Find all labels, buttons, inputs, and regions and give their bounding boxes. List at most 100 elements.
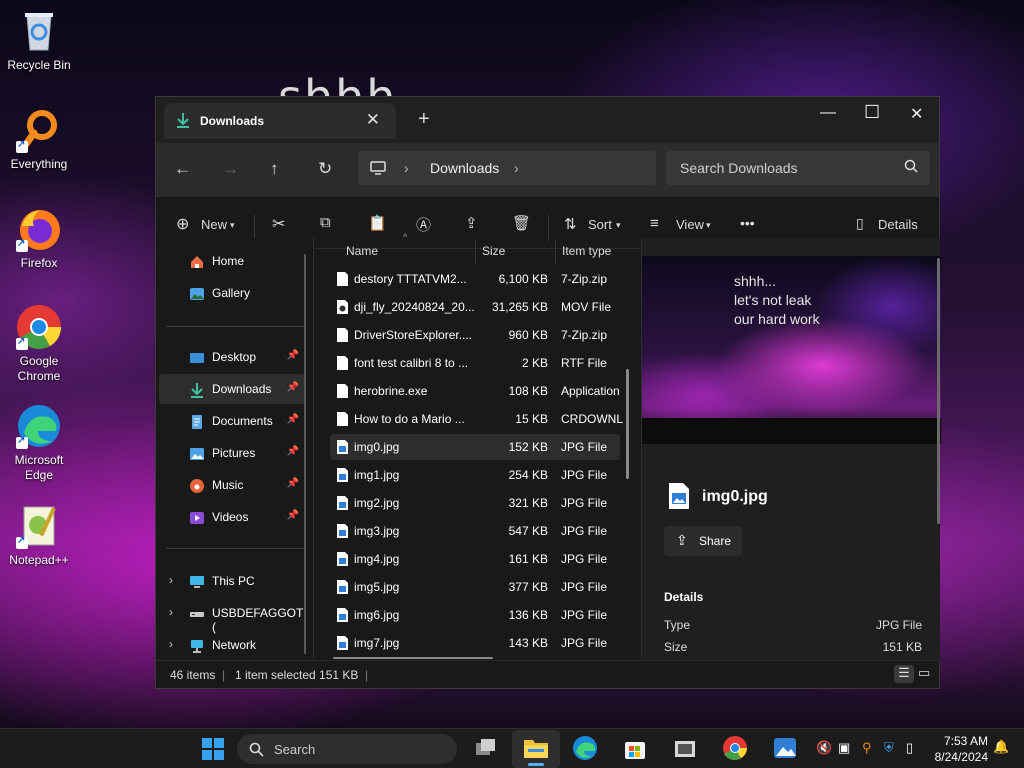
file-explorer-taskbar-button[interactable]: [512, 730, 560, 768]
column-divider[interactable]: [555, 240, 556, 264]
chrome-icon[interactable]: [722, 735, 750, 763]
share-button[interactable]: ⇪ Share: [664, 526, 742, 556]
details-scrollbar[interactable]: [937, 258, 940, 524]
speaker-muted-icon[interactable]: 🔇: [816, 740, 832, 756]
up-button[interactable]: ↑: [270, 159, 279, 179]
file-row[interactable]: img5.jpg 377 KB JPG File: [330, 574, 620, 600]
minimize-button[interactable]: —: [820, 104, 836, 122]
file-row[interactable]: img4.jpg 161 KB JPG File: [330, 546, 620, 572]
new-tab-button[interactable]: +: [418, 108, 430, 131]
new-button[interactable]: New: [201, 217, 227, 232]
desktop-icon-recycle-bin[interactable]: Recycle Bin: [2, 8, 76, 73]
task-view-icon[interactable]: [472, 735, 500, 763]
nav-item-videos[interactable]: Videos 📌: [159, 502, 305, 532]
chevron-right-icon[interactable]: ›: [169, 573, 173, 587]
file-row[interactable]: img0.jpg 152 KB JPG File: [330, 434, 620, 460]
desktop-icon-chrome[interactable]: Google Chrome: [2, 304, 76, 384]
share-icon[interactable]: ⇪: [465, 214, 478, 232]
chevron-down-icon[interactable]: ▾: [706, 220, 711, 231]
desktop-icon-everything[interactable]: Everything: [2, 107, 76, 172]
nav-item-downloads[interactable]: Downloads 📌: [159, 374, 305, 404]
nav-item-gallery[interactable]: Gallery: [159, 278, 305, 308]
refresh-button[interactable]: ↻: [318, 159, 332, 179]
pin-icon[interactable]: 📌: [287, 414, 299, 425]
file-row[interactable]: img3.jpg 547 KB JPG File: [330, 518, 620, 544]
chevron-right-icon[interactable]: ›: [514, 160, 519, 176]
nav-item-home[interactable]: Home: [159, 246, 305, 276]
sort-button[interactable]: Sort: [588, 217, 612, 232]
file-row[interactable]: destory TTTATVM2... 6,100 KB 7-Zip.zip: [330, 266, 620, 292]
chevron-down-icon[interactable]: ▾: [230, 220, 235, 231]
everything-tray-icon[interactable]: ⚲: [862, 740, 872, 756]
sort-icon[interactable]: ⇅: [564, 215, 577, 233]
notifications-bell-icon[interactable]: 🔔: [993, 739, 1009, 755]
chevron-down-icon[interactable]: ▾: [616, 220, 621, 231]
column-header-name[interactable]: Name: [346, 244, 378, 258]
nav-item-desktop[interactable]: Desktop 📌: [159, 342, 305, 372]
chevron-right-icon[interactable]: ›: [169, 605, 173, 619]
edge-icon[interactable]: [572, 735, 600, 763]
desktop-icon-firefox[interactable]: Firefox: [2, 206, 76, 271]
horizontal-scrollbar[interactable]: [333, 657, 493, 659]
back-button[interactable]: ←: [174, 159, 191, 179]
view-icon[interactable]: ≡: [650, 215, 659, 232]
file-row[interactable]: img7.jpg 143 KB JPG File: [330, 630, 620, 656]
file-row[interactable]: img6.jpg 136 KB JPG File: [330, 602, 620, 628]
pin-icon[interactable]: 📌: [287, 446, 299, 457]
more-options-icon[interactable]: •••: [740, 215, 755, 231]
maximize-button[interactable]: ☐: [864, 102, 880, 123]
nav-item-this-pc[interactable]: › This PC: [159, 566, 305, 596]
column-header-size[interactable]: Size: [482, 244, 505, 258]
close-window-button[interactable]: ✕: [910, 104, 923, 124]
close-tab-icon[interactable]: ✕: [366, 110, 380, 130]
battery-icon[interactable]: ▯: [906, 740, 913, 756]
file-row[interactable]: How to do a Mario ... 15 KB CRDOWNL: [330, 406, 623, 432]
file-row[interactable]: dji_fly_20240824_20... 31,265 KB MOV File: [330, 294, 620, 320]
rename-icon[interactable]: Ⓐ: [416, 214, 431, 235]
column-header-type[interactable]: Item type: [562, 244, 611, 258]
new-icon[interactable]: ⊕: [176, 214, 189, 234]
chevron-right-icon[interactable]: ›: [169, 637, 173, 651]
nav-scrollbar[interactable]: [304, 254, 306, 654]
column-divider[interactable]: [475, 240, 476, 264]
clock[interactable]: 7:53 AM 8/24/2024: [935, 733, 988, 765]
photos-icon[interactable]: [772, 735, 800, 763]
cut-icon[interactable]: ✂: [272, 214, 285, 234]
network-icon[interactable]: ▣: [838, 740, 850, 756]
nav-item-network[interactable]: › Network: [159, 630, 305, 660]
nav-item-documents[interactable]: Documents 📌: [159, 406, 305, 436]
desktop-icon-notepad-plus-plus[interactable]: Notepad++: [2, 503, 76, 568]
details-view-icon[interactable]: ☰: [894, 665, 914, 683]
tiles-view-icon[interactable]: ▭: [918, 665, 930, 681]
file-row[interactable]: font test calibri 8 to ... 2 KB RTF File: [330, 350, 620, 376]
nav-item-music[interactable]: Music 📌: [159, 470, 305, 500]
paste-icon[interactable]: 📋: [368, 214, 387, 232]
search-input[interactable]: Search Downloads: [666, 151, 930, 185]
copy-icon[interactable]: ⧉: [320, 214, 331, 231]
desktop-icon-edge[interactable]: Microsoft Edge: [2, 403, 76, 483]
nav-item-usb-drive[interactable]: › USBDEFAGGOT (: [159, 598, 305, 634]
forward-button[interactable]: →: [222, 159, 239, 179]
details-pane-icon[interactable]: ▯: [856, 215, 864, 232]
file-row[interactable]: img2.jpg 321 KB JPG File: [330, 490, 620, 516]
vertical-scrollbar[interactable]: [626, 369, 629, 479]
start-icon[interactable]: [199, 735, 227, 763]
pin-icon[interactable]: 📌: [287, 382, 299, 393]
microsoft-store-icon[interactable]: [622, 735, 650, 763]
pin-icon[interactable]: 📌: [287, 510, 299, 521]
tab-downloads[interactable]: Downloads ✕: [164, 103, 396, 139]
pin-icon[interactable]: 📌: [287, 350, 299, 361]
breadcrumb-downloads[interactable]: Downloads: [430, 160, 499, 176]
delete-icon[interactable]: 🗑: [512, 214, 531, 232]
taskbar-search-input[interactable]: Search: [237, 734, 457, 764]
file-row[interactable]: DriverStoreExplorer.... 960 KB 7-Zip.zip: [330, 322, 620, 348]
snipping-tool-icon[interactable]: [672, 735, 700, 763]
file-row[interactable]: herobrine.exe 108 KB Application: [330, 378, 620, 404]
address-bar[interactable]: › Downloads ›: [358, 151, 656, 185]
details-button[interactable]: Details: [878, 217, 918, 232]
security-icon[interactable]: ⛨: [884, 740, 894, 756]
file-row[interactable]: img1.jpg 254 KB JPG File: [330, 462, 620, 488]
view-button[interactable]: View: [676, 217, 704, 232]
nav-item-pictures[interactable]: Pictures 📌: [159, 438, 305, 468]
pin-icon[interactable]: 📌: [287, 478, 299, 489]
